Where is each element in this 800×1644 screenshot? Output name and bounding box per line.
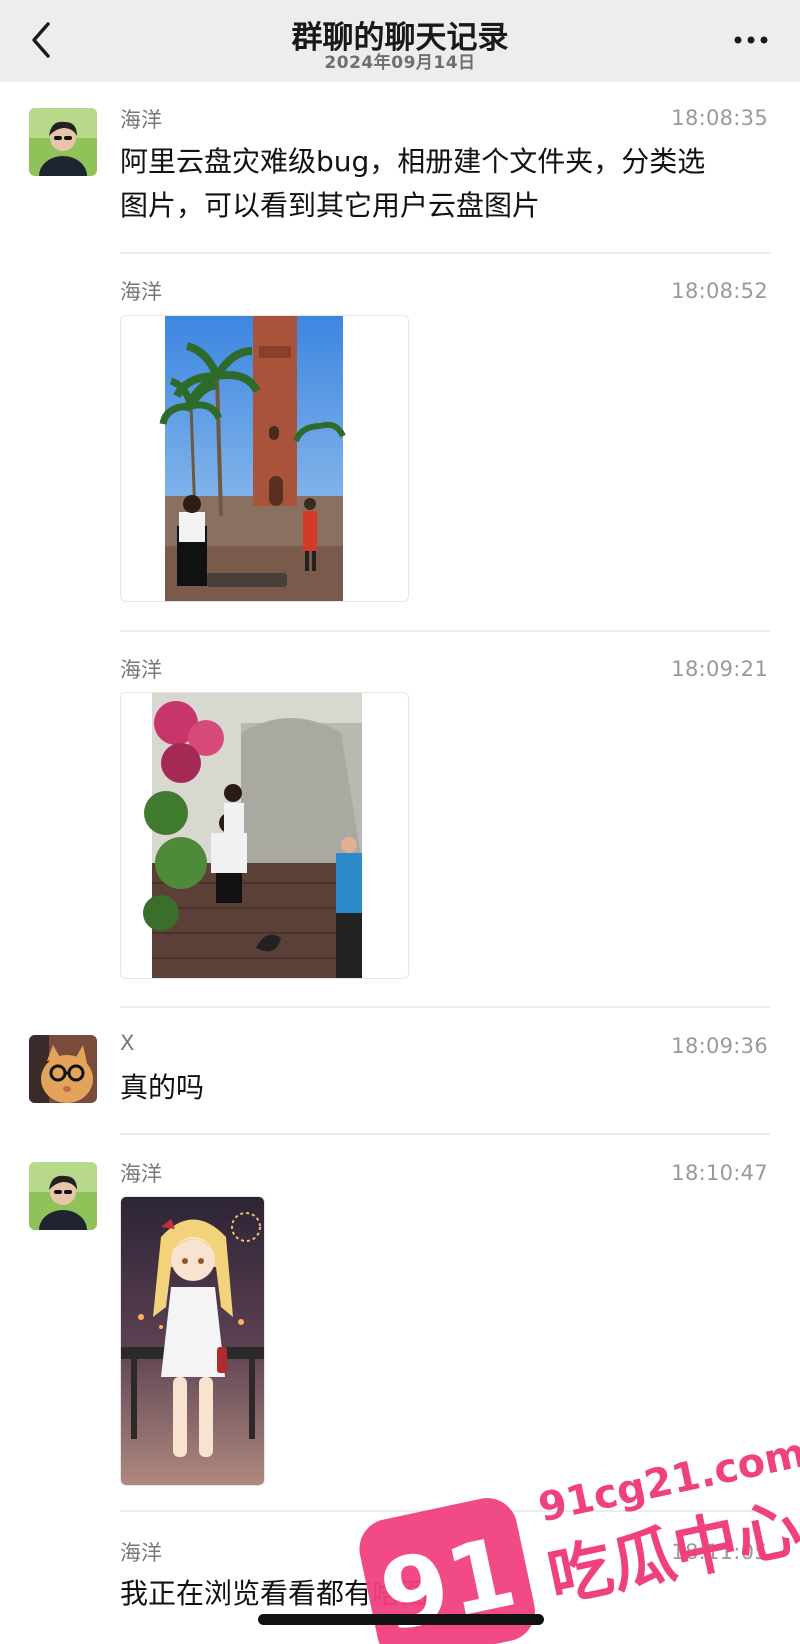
sender-name: 海洋 <box>120 658 162 682</box>
avatar[interactable] <box>29 108 97 176</box>
avatar[interactable] <box>29 1162 97 1230</box>
divider <box>120 1006 770 1008</box>
sender-name: 海洋 <box>120 108 162 132</box>
message-text[interactable]: 真的吗 <box>120 1066 780 1110</box>
message-text-line: 真的吗 <box>120 1071 205 1104</box>
sender-name: 海洋 <box>120 280 162 304</box>
message-text-line: 阿里云盘灾难级bug，相册建个文件夹，分类选 <box>120 145 706 178</box>
watermark-logo: 91 91cg21.com 吃瓜中心 <box>359 1430 800 1644</box>
photo-clock-tower <box>159 316 346 601</box>
more-button[interactable] <box>732 28 772 52</box>
message-time: 18:10:47 <box>671 1161 768 1185</box>
message-time: 18:09:36 <box>671 1034 768 1058</box>
sender-name: X <box>120 1031 135 1055</box>
message-text[interactable]: 阿里云盘灾难级bug，相册建个文件夹，分类选 图片，可以看到其它用户云盘图片 <box>120 140 780 228</box>
more-dots-icon <box>734 36 768 44</box>
message-time: 18:08:35 <box>671 106 768 130</box>
chat-header: 群聊的聊天记录 2024年09月14日 <box>0 0 800 82</box>
chat-date: 2024年09月14日 <box>324 53 476 73</box>
message-time: 18:08:52 <box>671 279 768 303</box>
home-indicator[interactable] <box>258 1614 544 1625</box>
message-text-line: 图片，可以看到其它用户云盘图片 <box>120 189 541 222</box>
image-message[interactable] <box>120 692 409 979</box>
message-time: 18:09:21 <box>671 657 768 681</box>
sender-name: 海洋 <box>120 1541 162 1565</box>
divider <box>120 252 770 254</box>
photo-garden-wall <box>143 693 362 978</box>
divider <box>120 1133 770 1135</box>
sender-name: 海洋 <box>120 1162 162 1186</box>
photo-anime-girl <box>121 1197 264 1485</box>
image-message[interactable] <box>120 315 409 602</box>
watermark: 91 91cg21.com 吃瓜中心 <box>350 1420 800 1644</box>
avatar[interactable] <box>29 1035 97 1103</box>
divider <box>120 630 770 632</box>
image-message[interactable] <box>120 1196 265 1486</box>
